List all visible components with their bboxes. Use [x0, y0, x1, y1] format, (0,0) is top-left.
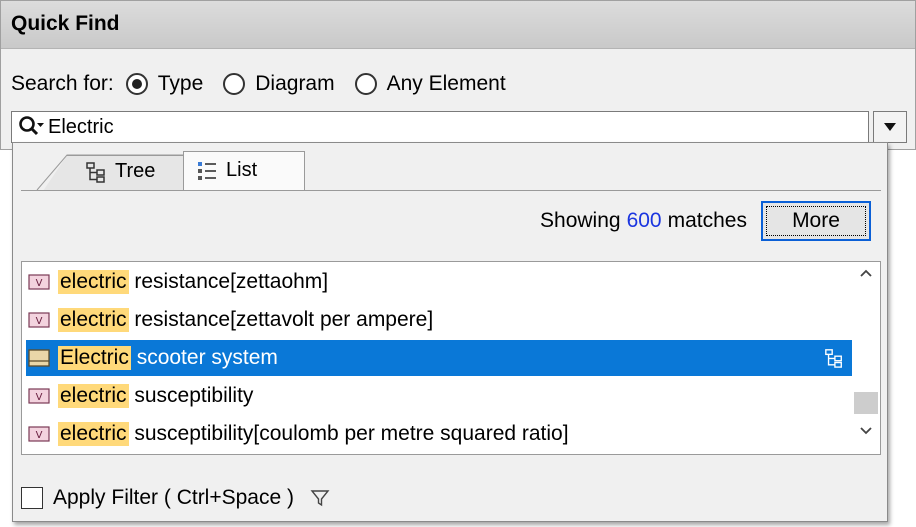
matches-count: 600	[626, 209, 662, 232]
tab-list-label: List	[226, 159, 258, 181]
tree-icon	[86, 161, 105, 183]
search-type-row: Search for: Type Diagram Any Element	[11, 67, 526, 101]
radio-diagram-label: Diagram	[255, 72, 335, 95]
value-type-icon: V	[28, 387, 50, 405]
list-item[interactable]: V electric susceptibility[coulomb per me…	[26, 416, 852, 452]
svg-text:V: V	[36, 316, 43, 327]
item-label: susceptibility[coulomb per metre squared…	[128, 422, 569, 445]
value-type-icon: V	[28, 425, 50, 443]
tab-tree-label: Tree	[115, 160, 156, 182]
tab-strip: Tree List	[13, 143, 887, 191]
radio-button-icon[interactable]	[354, 73, 377, 95]
radio-any-element[interactable]: Any Element	[354, 72, 506, 96]
apply-filter-checkbox[interactable]	[21, 487, 43, 509]
match-highlight: electric	[58, 384, 129, 408]
item-label: resistance[zettaohm]	[128, 270, 329, 293]
block-icon	[28, 349, 50, 367]
svg-text:V: V	[36, 392, 43, 403]
list-item[interactable]: V electric susceptibility	[26, 378, 852, 414]
matches-prefix: Showing	[540, 209, 621, 232]
list-item-selected[interactable]: Electric scooter system	[26, 340, 852, 376]
chevron-down-icon	[884, 123, 896, 131]
scroll-up-icon[interactable]	[852, 268, 880, 288]
match-highlight: electric	[58, 308, 129, 332]
radio-button-icon[interactable]	[125, 73, 148, 95]
quick-find-dialog: Quick Find Search for: Type Diagram Any …	[0, 0, 916, 150]
radio-type-label: Type	[157, 72, 204, 95]
item-label: scooter system	[130, 346, 278, 369]
radio-type[interactable]: Type	[125, 72, 204, 96]
results-list[interactable]: V electric resistance[zettaohm] V electr…	[21, 261, 881, 455]
svg-text:V: V	[36, 430, 43, 441]
value-type-icon: V	[28, 311, 50, 329]
tree-icon[interactable]	[824, 348, 844, 368]
list-tab-panel: Showing 600 matches More V electric resi…	[21, 190, 881, 515]
list-icon	[198, 161, 216, 180]
radio-diagram[interactable]: Diagram	[223, 72, 335, 96]
results-popup: Tree List Showing 600 matches More V ele…	[12, 142, 888, 522]
value-type-icon: V	[28, 273, 50, 291]
match-highlight: Electric	[58, 346, 131, 370]
apply-filter-label: Apply Filter ( Ctrl+Space )	[53, 486, 294, 509]
scroll-down-icon[interactable]	[852, 426, 880, 446]
match-highlight: electric	[58, 270, 129, 294]
item-label: susceptibility	[128, 384, 254, 407]
tab-list[interactable]: List	[183, 151, 305, 191]
matches-summary: Showing 600 matches More	[540, 201, 871, 241]
radio-button-icon[interactable]	[223, 73, 246, 95]
search-box[interactable]	[11, 111, 869, 143]
dialog-title: Quick Find	[11, 12, 120, 35]
history-dropdown-button[interactable]	[873, 111, 907, 143]
match-highlight: electric	[58, 422, 129, 446]
filter-row: Apply Filter ( Ctrl+Space )	[21, 486, 330, 510]
search-for-label: Search for:	[11, 72, 114, 95]
filter-icon[interactable]	[310, 488, 330, 508]
matches-suffix: matches	[667, 209, 747, 232]
search-input[interactable]	[48, 113, 868, 141]
more-button[interactable]: More	[761, 201, 871, 241]
svg-text:V: V	[36, 278, 43, 289]
search-icon[interactable]	[16, 113, 48, 141]
scroll-thumb[interactable]	[854, 392, 878, 414]
list-item[interactable]: V electric resistance[zettaohm]	[26, 264, 852, 300]
tab-list-content[interactable]: List	[196, 159, 257, 182]
radio-any-element-label: Any Element	[386, 72, 506, 95]
title-bar: Quick Find	[1, 1, 915, 49]
item-label: resistance[zettavolt per ampere]	[128, 308, 434, 331]
list-item[interactable]: V electric resistance[zettavolt per ampe…	[26, 302, 852, 338]
tab-tree-content[interactable]: Tree	[85, 160, 155, 183]
vertical-scrollbar[interactable]	[852, 262, 880, 454]
